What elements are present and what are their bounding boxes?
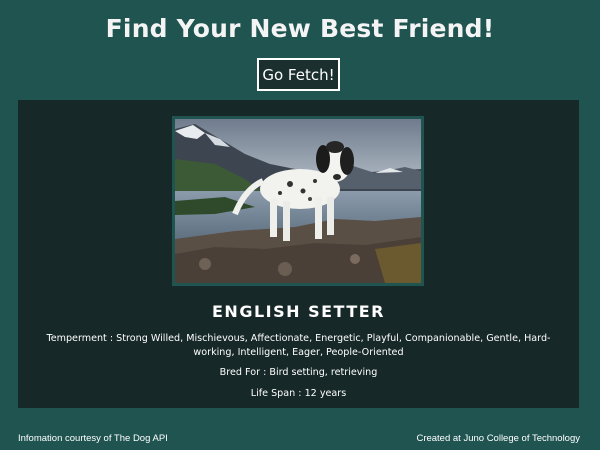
- page: Find Your New Best Friend! Go Fetch! ENG…: [0, 0, 600, 450]
- life-span-label: Life Span: [250, 388, 296, 399]
- bred-for-label: Bred For: [219, 367, 261, 378]
- bred-for-text: Bred For : Bird setting, retrieving: [28, 366, 569, 380]
- footer-credit-api: Infomation courtesy of The Dog API: [18, 433, 168, 444]
- page-title: Find Your New Best Friend!: [105, 14, 495, 43]
- footer-credit-college: Created at Juno College of Technology: [416, 433, 580, 444]
- temperament-label: Temperment: [46, 333, 107, 344]
- bred-for-value: Bird setting, retrieving: [269, 367, 378, 378]
- temperament-value: Strong Willed, Mischievous, Affectionate…: [116, 333, 551, 358]
- dog-photo: [172, 116, 424, 286]
- temperament-separator: :: [106, 333, 117, 344]
- dog-card: ENGLISH SETTER Temperment : Strong Wille…: [18, 100, 579, 408]
- breed-name: ENGLISH SETTER: [212, 302, 385, 321]
- life-span-value: 12 years: [304, 388, 347, 399]
- life-span-separator: :: [295, 388, 305, 399]
- temperament-text: Temperment : Strong Willed, Mischievous,…: [28, 332, 569, 360]
- go-fetch-button[interactable]: Go Fetch!: [257, 58, 340, 91]
- dog-photo-image: [175, 119, 421, 283]
- life-span-text: Life Span : 12 years: [28, 387, 569, 401]
- bred-for-separator: :: [260, 367, 270, 378]
